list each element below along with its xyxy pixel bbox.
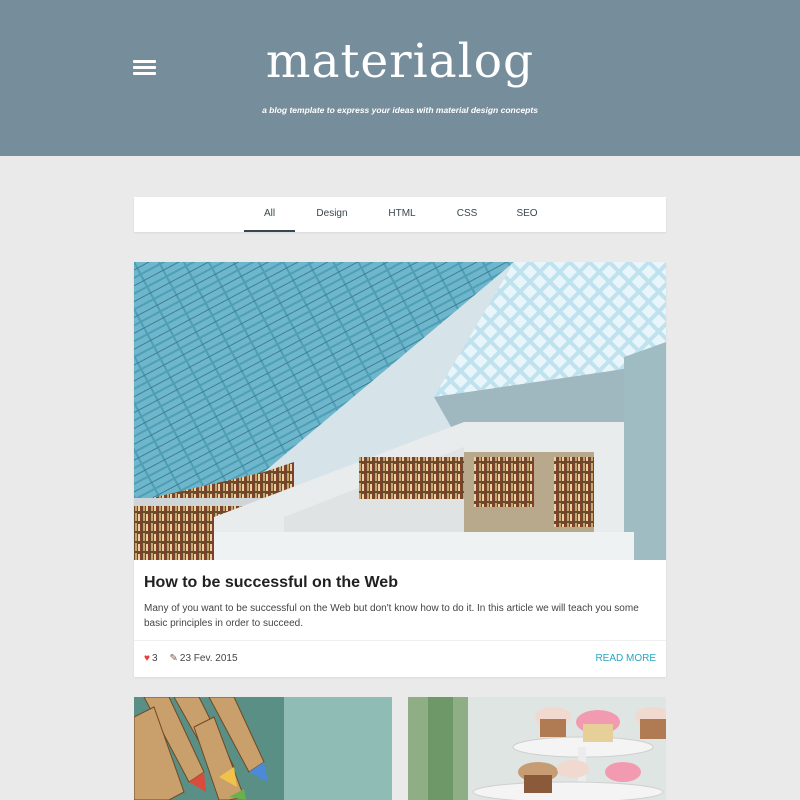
pencil-icon: ✎ xyxy=(169,653,178,664)
tab-seo[interactable]: SEO xyxy=(514,197,540,232)
site-tagline: a blog template to express your ideas wi… xyxy=(262,105,538,115)
like-count: 3 xyxy=(151,653,158,664)
post-thumbnail-cupcakes[interactable] xyxy=(408,697,666,800)
category-tabs: All Design HTML CSS SEO xyxy=(134,197,666,232)
read-more-link[interactable]: READ MORE xyxy=(595,653,656,664)
featured-post-card: How to be successful on the Web Many of … xyxy=(134,262,666,677)
post-excerpt: Many of you want to be successful on the… xyxy=(144,603,639,629)
site-header: materialog a blog template to express yo… xyxy=(0,0,800,156)
post-thumbnail-pencils[interactable] xyxy=(134,697,392,800)
tab-all[interactable]: All xyxy=(244,197,295,232)
post-date: 23 Fev. 2015 xyxy=(179,653,238,664)
post-title[interactable]: How to be successful on the Web xyxy=(144,574,398,592)
featured-post-image[interactable] xyxy=(134,262,666,560)
heart-icon[interactable]: ♥ xyxy=(144,653,150,664)
card-divider xyxy=(134,640,666,641)
tab-design[interactable]: Design xyxy=(309,197,355,232)
site-logo[interactable]: materialog xyxy=(0,34,800,89)
tab-css[interactable]: CSS xyxy=(452,197,482,232)
tab-html[interactable]: HTML xyxy=(382,197,422,232)
post-meta: ♥ 3 ✎ 23 Fev. 2015 xyxy=(144,653,238,664)
